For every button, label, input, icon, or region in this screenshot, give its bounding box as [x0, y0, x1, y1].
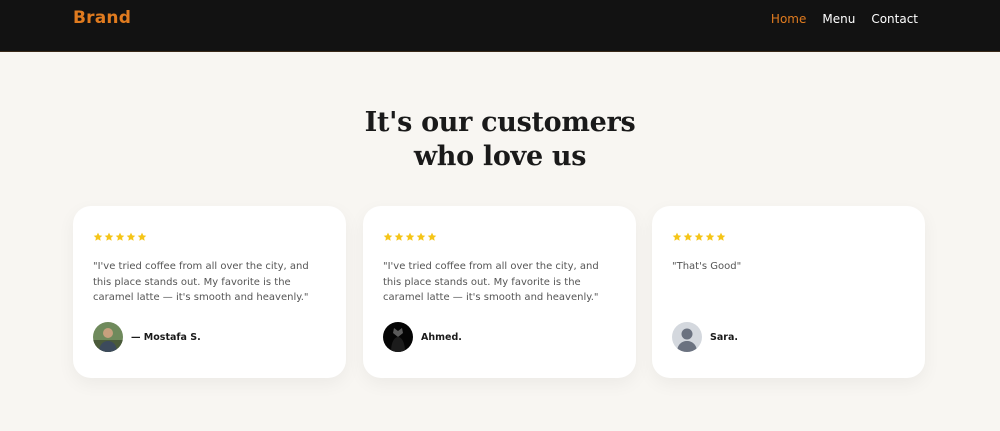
star-icon	[416, 232, 426, 241]
testimonial-quote: "I've tried coffee from all over the cit…	[93, 261, 309, 303]
star-rating	[93, 232, 147, 242]
star-icon	[93, 232, 103, 241]
section-heading: It's our customers who love us	[0, 106, 1000, 174]
testimonial-author: Ahmed.	[383, 322, 462, 352]
testimonial-author: Sara.	[672, 322, 738, 352]
testimonial-quote: "I've tried coffee from all over the cit…	[383, 261, 599, 303]
testimonial-card: "I've tried coffee from all over the cit…	[73, 206, 346, 378]
star-icon	[394, 232, 404, 241]
avatar	[672, 322, 702, 352]
author-name: — Mostafa S.	[131, 331, 201, 343]
testimonial-author: — Mostafa S.	[93, 322, 201, 352]
star-rating	[383, 232, 437, 242]
nav-link-home[interactable]: Home	[771, 12, 806, 26]
testimonial-card: "I've tried coffee from all over the cit…	[363, 206, 636, 378]
heading-line-1: It's our customers	[364, 107, 636, 138]
nav-link-contact[interactable]: Contact	[871, 12, 918, 26]
testimonial-card: "That's Good" Sara.	[652, 206, 925, 378]
nav-link-menu[interactable]: Menu	[822, 12, 855, 26]
star-icon	[705, 232, 715, 241]
star-rating	[672, 232, 726, 242]
heading-line-2: who love us	[413, 141, 587, 172]
star-icon	[126, 232, 136, 241]
star-icon	[672, 232, 682, 241]
star-icon	[104, 232, 114, 241]
avatar	[383, 322, 413, 352]
star-icon	[115, 232, 125, 241]
author-name: Ahmed.	[421, 331, 462, 343]
star-icon	[427, 232, 437, 241]
nav-links: Home Menu Contact	[771, 12, 918, 26]
star-icon	[694, 232, 704, 241]
star-icon	[383, 232, 393, 241]
star-icon	[137, 232, 147, 241]
navbar: Brand Home Menu Contact	[0, 0, 1000, 52]
star-icon	[683, 232, 693, 241]
avatar	[93, 322, 123, 352]
star-icon	[405, 232, 415, 241]
testimonial-quote: "That's Good"	[672, 261, 742, 272]
brand-logo[interactable]: Brand	[73, 8, 131, 28]
star-icon	[716, 232, 726, 241]
author-name: Sara.	[710, 331, 738, 343]
